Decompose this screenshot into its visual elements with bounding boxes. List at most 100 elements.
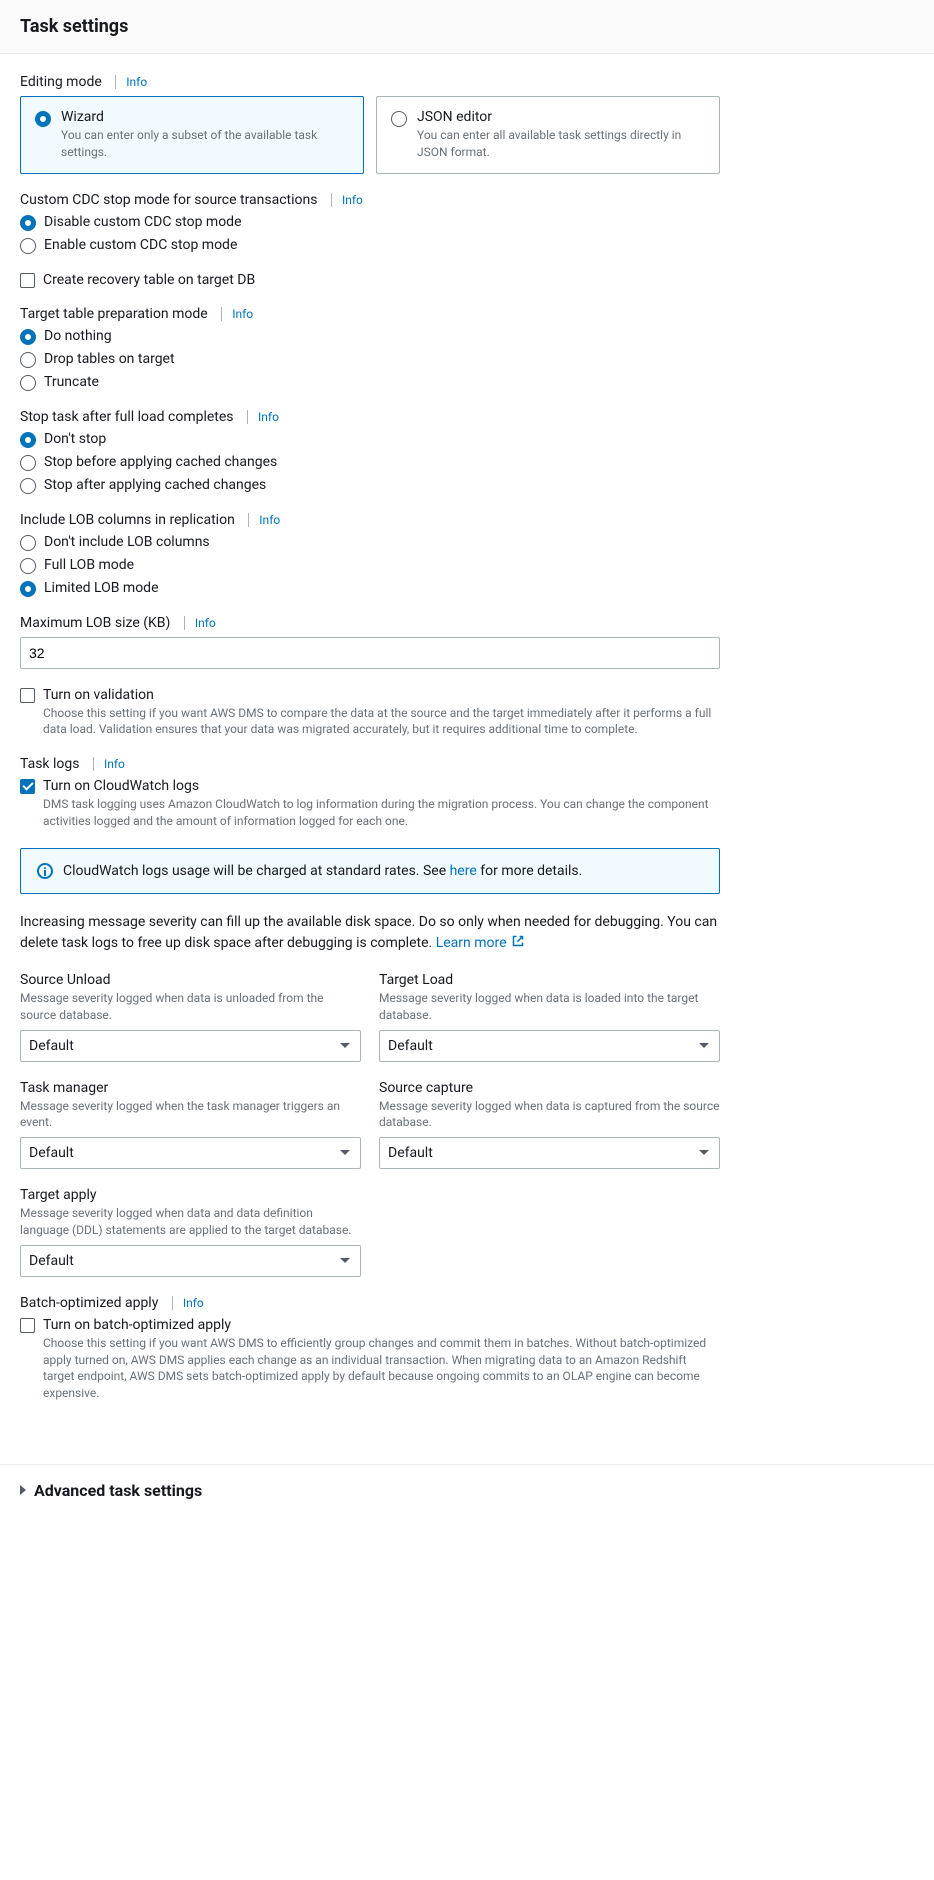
table-prep-drop-label: Drop tables on target: [44, 351, 720, 367]
source-capture-select[interactable]: Default: [379, 1137, 720, 1169]
severity-learn-more-link[interactable]: Learn more: [436, 935, 524, 951]
cloudwatch-desc: DMS task logging uses Amazon CloudWatch …: [43, 796, 720, 830]
editing-mode-json-tile[interactable]: JSON editor You can enter all available …: [376, 96, 720, 174]
stop-task-dont-radio[interactable]: Don't stop: [20, 431, 720, 448]
lob-info[interactable]: Info: [248, 513, 280, 527]
source-capture-desc: Message severity logged when data is cap…: [379, 1098, 720, 1132]
max-lob-section: Maximum LOB size (KB) Info: [20, 615, 720, 669]
validation-section: Turn on validation Choose this setting i…: [20, 687, 720, 739]
radio-icon: [20, 329, 36, 345]
radio-icon: [20, 375, 36, 391]
cdc-disable-label: Disable custom CDC stop mode: [44, 214, 720, 230]
lob-limited-radio[interactable]: Limited LOB mode: [20, 580, 720, 597]
radio-icon: [20, 238, 36, 254]
cdc-stop-info[interactable]: Info: [331, 193, 363, 207]
checkbox-icon: [20, 273, 35, 288]
max-lob-label: Maximum LOB size (KB): [20, 615, 170, 631]
stop-task-before-radio[interactable]: Stop before applying cached changes: [20, 454, 720, 471]
max-lob-input[interactable]: [20, 637, 720, 669]
cdc-disable-radio[interactable]: Disable custom CDC stop mode: [20, 214, 720, 231]
task-logs-label: Task logs: [20, 756, 79, 772]
validation-desc: Choose this setting if you want AWS DMS …: [43, 705, 720, 739]
table-prep-truncate-radio[interactable]: Truncate: [20, 374, 720, 391]
cw-notice-post: for more details.: [477, 863, 583, 879]
checkbox-icon: [20, 688, 35, 703]
cloudwatch-label: Turn on CloudWatch logs: [43, 778, 720, 794]
lob-full-radio[interactable]: Full LOB mode: [20, 557, 720, 574]
task-logs-info[interactable]: Info: [93, 757, 125, 771]
cloudwatch-notice: CloudWatch logs usage will be charged at…: [20, 848, 720, 894]
batch-apply-desc: Choose this setting if you want AWS DMS …: [43, 1335, 720, 1402]
lob-none-label: Don't include LOB columns: [44, 534, 720, 550]
checkbox-icon: [20, 1318, 35, 1333]
table-prep-nothing-radio[interactable]: Do nothing: [20, 328, 720, 345]
batch-apply-label: Batch-optimized apply: [20, 1295, 158, 1311]
task-manager-group: Task manager Message severity logged whe…: [20, 1080, 361, 1170]
table-prep-section: Target table preparation mode Info Do no…: [20, 306, 720, 391]
task-logs-section: Task logs Info Turn on CloudWatch logs D…: [20, 756, 720, 830]
table-prep-info[interactable]: Info: [221, 307, 253, 321]
batch-apply-info[interactable]: Info: [172, 1296, 204, 1310]
wizard-title: Wizard: [61, 109, 349, 125]
caret-right-icon: [20, 1485, 26, 1495]
stop-task-info[interactable]: Info: [247, 410, 279, 424]
radio-icon: [20, 215, 36, 231]
radio-icon: [391, 111, 407, 127]
radio-icon: [20, 558, 36, 574]
target-load-desc: Message severity logged when data is loa…: [379, 990, 720, 1024]
info-icon: [37, 863, 53, 879]
stop-task-label: Stop task after full load completes: [20, 409, 234, 425]
cdc-enable-radio[interactable]: Enable custom CDC stop mode: [20, 237, 720, 254]
cloudwatch-checkbox[interactable]: Turn on CloudWatch logs DMS task logging…: [20, 778, 720, 830]
wizard-desc: You can enter only a subset of the avail…: [61, 127, 349, 161]
target-apply-group: Target apply Message severity logged whe…: [20, 1187, 361, 1277]
radio-icon: [20, 432, 36, 448]
recovery-table-checkbox[interactable]: Create recovery table on target DB: [20, 272, 720, 288]
external-link-icon: [512, 933, 524, 954]
cdc-enable-label: Enable custom CDC stop mode: [44, 237, 720, 253]
target-load-select[interactable]: Default: [379, 1030, 720, 1062]
task-manager-desc: Message severity logged when the task ma…: [20, 1098, 361, 1132]
editing-mode-info[interactable]: Info: [115, 75, 147, 89]
lob-none-radio[interactable]: Don't include LOB columns: [20, 534, 720, 551]
source-capture-label: Source capture: [379, 1080, 473, 1096]
cdc-stop-section: Custom CDC stop mode for source transact…: [20, 192, 720, 254]
target-apply-select[interactable]: Default: [20, 1245, 361, 1277]
radio-icon: [20, 478, 36, 494]
stop-task-section: Stop task after full load completes Info…: [20, 409, 720, 494]
table-prep-drop-radio[interactable]: Drop tables on target: [20, 351, 720, 368]
table-prep-truncate-label: Truncate: [44, 374, 720, 390]
editing-mode-wizard-tile[interactable]: Wizard You can enter only a subset of th…: [20, 96, 364, 174]
batch-apply-section: Batch-optimized apply Info Turn on batch…: [20, 1295, 720, 1402]
stop-task-dont-label: Don't stop: [44, 431, 720, 447]
stop-task-before-label: Stop before applying cached changes: [44, 454, 720, 470]
severity-note-text: Increasing message severity can fill up …: [20, 914, 717, 951]
batch-apply-checkbox[interactable]: Turn on batch-optimized apply Choose thi…: [20, 1317, 720, 1402]
source-unload-desc: Message severity logged when data is unl…: [20, 990, 361, 1024]
lob-label: Include LOB columns in replication: [20, 512, 235, 528]
radio-icon: [20, 455, 36, 471]
panel-header: Task settings: [0, 0, 934, 54]
table-prep-label: Target table preparation mode: [20, 306, 208, 322]
radio-icon: [20, 535, 36, 551]
task-manager-select[interactable]: Default: [20, 1137, 361, 1169]
lob-section: Include LOB columns in replication Info …: [20, 512, 720, 597]
target-apply-label: Target apply: [20, 1187, 97, 1203]
panel-title: Task settings: [20, 16, 914, 37]
table-prep-nothing-label: Do nothing: [44, 328, 720, 344]
source-unload-select[interactable]: Default: [20, 1030, 361, 1062]
radio-icon: [20, 581, 36, 597]
max-lob-info[interactable]: Info: [184, 616, 216, 630]
cloudwatch-notice-text: CloudWatch logs usage will be charged at…: [63, 863, 582, 879]
stop-task-after-radio[interactable]: Stop after applying cached changes: [20, 477, 720, 494]
advanced-task-settings-toggle[interactable]: Advanced task settings: [0, 1465, 934, 1516]
cw-notice-link[interactable]: here: [450, 863, 477, 879]
recovery-table-section: Create recovery table on target DB: [20, 272, 720, 288]
source-unload-group: Source Unload Message severity logged wh…: [20, 972, 361, 1062]
target-load-group: Target Load Message severity logged when…: [379, 972, 720, 1062]
checkbox-icon: [20, 779, 35, 794]
severity-note: Increasing message severity can fill up …: [20, 912, 720, 954]
source-capture-group: Source capture Message severity logged w…: [379, 1080, 720, 1170]
validation-checkbox[interactable]: Turn on validation Choose this setting i…: [20, 687, 720, 739]
cw-notice-pre: CloudWatch logs usage will be charged at…: [63, 863, 450, 879]
